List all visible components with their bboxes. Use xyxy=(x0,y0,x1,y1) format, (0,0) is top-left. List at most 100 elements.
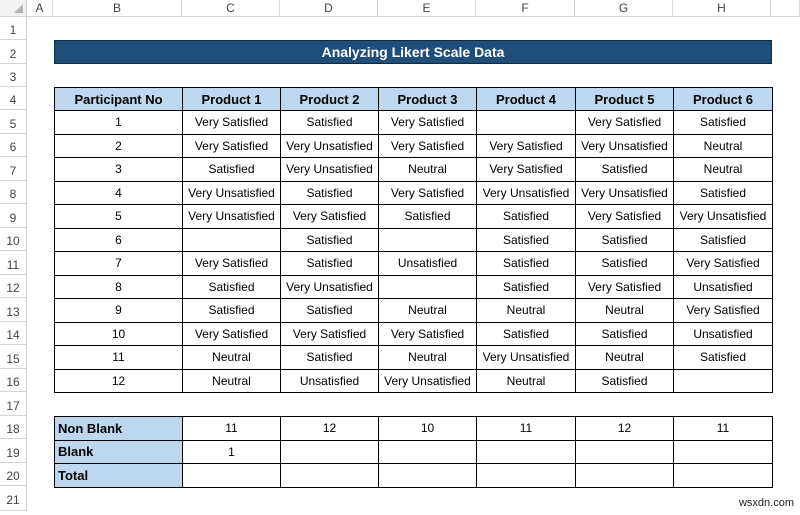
response-cell[interactable]: Unsatisfied xyxy=(280,368,379,393)
participant-cell[interactable]: 9 xyxy=(54,298,183,323)
response-cell[interactable]: Satisfied xyxy=(476,251,576,276)
summary-value-cell[interactable] xyxy=(575,439,674,464)
participant-cell[interactable]: 5 xyxy=(54,204,183,229)
response-cell[interactable]: Very Unsatisfied xyxy=(280,274,379,299)
row-header-8[interactable]: 8 xyxy=(0,181,27,204)
response-cell[interactable]: Very Satisfied xyxy=(673,298,773,323)
participant-cell[interactable]: 11 xyxy=(54,345,183,370)
response-cell[interactable]: Very Satisfied xyxy=(182,133,281,158)
response-cell[interactable]: Satisfied xyxy=(673,180,773,205)
row-header-16[interactable]: 16 xyxy=(0,369,27,392)
participant-cell[interactable]: 12 xyxy=(54,368,183,393)
response-cell[interactable]: Satisfied xyxy=(575,368,674,393)
response-cell[interactable]: Neutral xyxy=(378,345,477,370)
participant-cell[interactable]: 7 xyxy=(54,251,183,276)
row-header-11[interactable]: 11 xyxy=(0,251,27,275)
column-title-product-5[interactable]: Product 5 xyxy=(575,87,674,111)
column-header-b[interactable]: B xyxy=(53,0,182,16)
response-cell[interactable]: Neutral xyxy=(673,157,773,182)
response-cell[interactable]: Very Unsatisfied xyxy=(280,133,379,158)
response-cell[interactable]: Neutral xyxy=(378,157,477,182)
response-cell[interactable]: Neutral xyxy=(673,133,773,158)
summary-value-cell[interactable]: 11 xyxy=(673,416,773,441)
summary-label[interactable]: Non Blank xyxy=(54,416,183,441)
response-cell[interactable]: Very Unsatisfied xyxy=(575,133,674,158)
row-header-12[interactable]: 12 xyxy=(0,275,27,298)
response-cell[interactable]: Satisfied xyxy=(280,227,379,252)
summary-value-cell[interactable] xyxy=(280,439,379,464)
response-cell[interactable]: Satisfied xyxy=(280,180,379,205)
response-cell[interactable]: Neutral xyxy=(182,345,281,370)
summary-value-cell[interactable]: 12 xyxy=(280,416,379,441)
row-header-18[interactable]: 18 xyxy=(0,416,27,439)
response-cell[interactable]: Very Satisfied xyxy=(182,110,281,135)
row-header-6[interactable]: 6 xyxy=(0,134,27,157)
column-title-participant-no[interactable]: Participant No xyxy=(54,87,183,111)
row-header-7[interactable]: 7 xyxy=(0,157,27,181)
column-header-d[interactable]: D xyxy=(280,0,378,16)
participant-cell[interactable]: 2 xyxy=(54,133,183,158)
response-cell[interactable]: Satisfied xyxy=(378,204,477,229)
summary-value-cell[interactable] xyxy=(476,439,576,464)
summary-value-cell[interactable] xyxy=(673,463,773,488)
row-header-19[interactable]: 19 xyxy=(0,439,27,463)
response-cell[interactable]: Neutral xyxy=(378,298,477,323)
column-header-e[interactable]: E xyxy=(378,0,476,16)
select-all-corner[interactable] xyxy=(0,0,27,17)
response-cell[interactable]: Satisfied xyxy=(182,157,281,182)
response-cell[interactable]: Satisfied xyxy=(575,227,674,252)
summary-value-cell[interactable] xyxy=(575,463,674,488)
row-header-5[interactable]: 5 xyxy=(0,110,27,134)
response-cell[interactable]: Satisfied xyxy=(476,227,576,252)
row-header-13[interactable]: 13 xyxy=(0,298,27,322)
summary-value-cell[interactable] xyxy=(673,439,773,464)
response-cell[interactable]: Very Satisfied xyxy=(182,251,281,276)
column-header-h[interactable]: H xyxy=(673,0,771,16)
response-cell[interactable]: Satisfied xyxy=(575,157,674,182)
participant-cell[interactable]: 3 xyxy=(54,157,183,182)
summary-value-cell[interactable] xyxy=(182,463,281,488)
response-cell[interactable] xyxy=(182,227,281,252)
row-header-1[interactable]: 1 xyxy=(0,17,27,40)
row-header-15[interactable]: 15 xyxy=(0,345,27,369)
response-cell[interactable]: Neutral xyxy=(476,368,576,393)
response-cell[interactable]: Neutral xyxy=(575,345,674,370)
response-cell[interactable]: Very Unsatisfied xyxy=(673,204,773,229)
response-cell[interactable]: Unsatisfied xyxy=(673,274,773,299)
response-cell[interactable]: Very Unsatisfied xyxy=(280,157,379,182)
response-cell[interactable]: Satisfied xyxy=(476,321,576,346)
response-cell[interactable]: Very Satisfied xyxy=(575,274,674,299)
response-cell[interactable]: Very Unsatisfied xyxy=(575,180,674,205)
participant-cell[interactable]: 8 xyxy=(54,274,183,299)
response-cell[interactable]: Satisfied xyxy=(182,298,281,323)
response-cell[interactable]: Unsatisfied xyxy=(673,321,773,346)
response-cell[interactable]: Very Unsatisfied xyxy=(476,345,576,370)
column-title-product-6[interactable]: Product 6 xyxy=(673,87,773,111)
response-cell[interactable]: Neutral xyxy=(182,368,281,393)
row-header-21[interactable]: 21 xyxy=(0,486,27,511)
row-header-2[interactable]: 2 xyxy=(0,40,27,64)
response-cell[interactable]: Very Satisfied xyxy=(378,321,477,346)
column-header-a[interactable]: A xyxy=(27,0,53,16)
participant-cell[interactable]: 4 xyxy=(54,180,183,205)
response-cell[interactable]: Satisfied xyxy=(280,110,379,135)
summary-value-cell[interactable] xyxy=(280,463,379,488)
column-title-product-2[interactable]: Product 2 xyxy=(280,87,379,111)
response-cell[interactable] xyxy=(476,110,576,135)
response-cell[interactable]: Satisfied xyxy=(476,204,576,229)
response-cell[interactable]: Satisfied xyxy=(182,274,281,299)
row-header-20[interactable]: 20 xyxy=(0,463,27,486)
response-cell[interactable]: Very Unsatisfied xyxy=(182,180,281,205)
response-cell[interactable]: Very Satisfied xyxy=(476,157,576,182)
participant-cell[interactable]: 6 xyxy=(54,227,183,252)
row-header-4[interactable]: 4 xyxy=(0,87,27,110)
summary-value-cell[interactable]: 10 xyxy=(378,416,477,441)
response-cell[interactable]: Neutral xyxy=(575,298,674,323)
response-cell[interactable]: Very Unsatisfied xyxy=(476,180,576,205)
response-cell[interactable] xyxy=(673,368,773,393)
response-cell[interactable]: Satisfied xyxy=(575,251,674,276)
response-cell[interactable]: Very Satisfied xyxy=(280,204,379,229)
row-header-9[interactable]: 9 xyxy=(0,204,27,228)
summary-value-cell[interactable] xyxy=(378,463,477,488)
response-cell[interactable]: Very Satisfied xyxy=(575,204,674,229)
